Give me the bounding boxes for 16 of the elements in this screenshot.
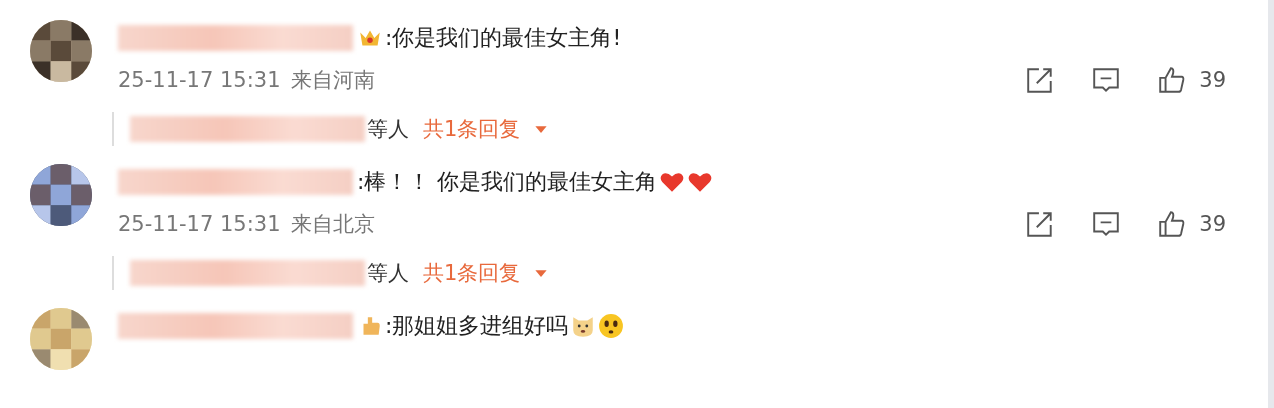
comment-text: :那姐姐多进组好吗 — [385, 312, 569, 340]
worried-face-icon — [598, 313, 625, 339]
comment-location: 来自河南 — [290, 67, 375, 94]
comment-text: :棒！！ 你是我们的最佳女主角 — [357, 168, 658, 196]
comment-icon[interactable] — [1091, 65, 1122, 95]
caret-icon — [534, 268, 549, 278]
reply-users-text: 等人 — [367, 260, 409, 287]
comment-time: 25-11-17 15:31 — [118, 212, 281, 236]
comment-text: :你是我们的最佳女主角! — [385, 24, 622, 52]
like-button[interactable]: 39 — [1157, 209, 1226, 239]
reply-users-text: 等人 — [367, 116, 409, 143]
comment-location: 来自北京 — [290, 211, 375, 238]
comment-time: 25-11-17 15:31 — [118, 68, 281, 92]
comment-icon[interactable] — [1091, 209, 1122, 239]
caret-icon — [534, 124, 549, 134]
like-button[interactable]: 39 — [1157, 65, 1226, 95]
